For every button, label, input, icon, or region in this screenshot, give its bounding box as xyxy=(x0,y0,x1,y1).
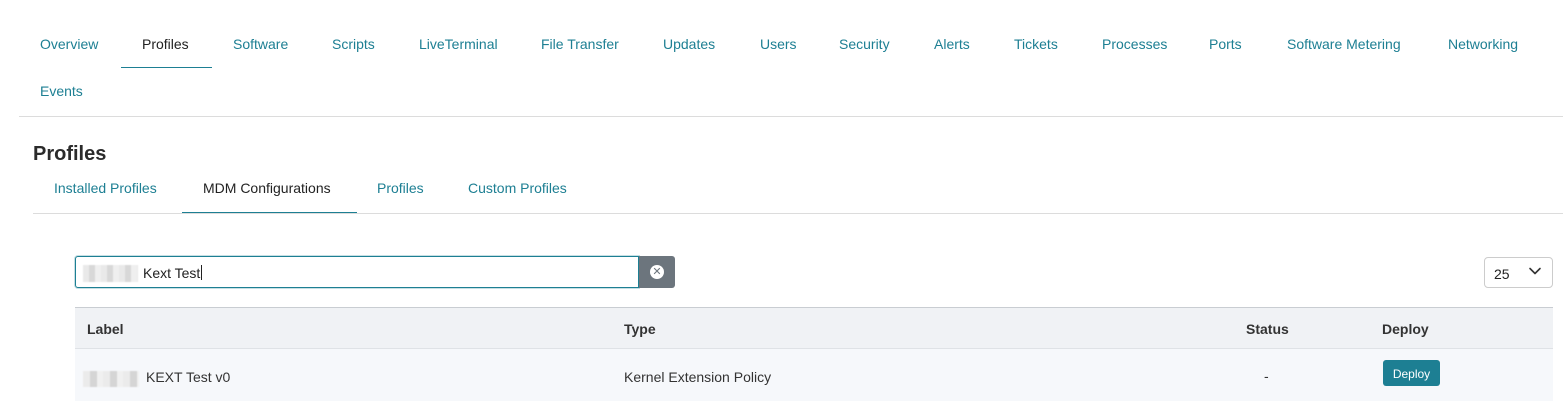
search-input[interactable]: Kext Test xyxy=(75,256,639,288)
column-header-label[interactable]: Label xyxy=(87,321,124,337)
chevron-down-icon xyxy=(1529,267,1541,275)
subtab-profiles[interactable]: Profiles xyxy=(377,180,424,196)
column-header-deploy[interactable]: Deploy xyxy=(1382,321,1429,337)
tab-software-metering[interactable]: Software Metering xyxy=(1287,34,1401,54)
redacted-text xyxy=(83,371,139,387)
tab-overview[interactable]: Overview xyxy=(40,34,98,54)
sub-nav: Installed Profiles MDM Configurations Pr… xyxy=(33,172,1563,214)
search-input-value: Kext Test xyxy=(143,265,203,281)
tab-security[interactable]: Security xyxy=(839,34,890,54)
deploy-button[interactable]: Deploy xyxy=(1383,360,1440,386)
tab-liveterminal[interactable]: LiveTerminal xyxy=(419,34,498,54)
column-header-status[interactable]: Status xyxy=(1246,321,1289,337)
table-row: KEXT Test v0 Kernel Extension Policy - D… xyxy=(75,349,1553,401)
column-header-type[interactable]: Type xyxy=(624,321,656,337)
active-subtab-indicator xyxy=(182,212,357,213)
subtab-installed-profiles[interactable]: Installed Profiles xyxy=(54,180,157,196)
row-type: Kernel Extension Policy xyxy=(624,369,772,385)
tab-events[interactable]: Events xyxy=(40,81,83,101)
clear-search-button[interactable]: ✕ xyxy=(639,256,675,288)
table-header: Label Type Status Deploy xyxy=(75,307,1553,349)
tab-processes[interactable]: Processes xyxy=(1102,34,1167,54)
tab-alerts[interactable]: Alerts xyxy=(934,34,970,54)
subtab-custom-profiles[interactable]: Custom Profiles xyxy=(468,180,567,196)
top-nav: Overview Profiles Software Scripts LiveT… xyxy=(19,0,1563,117)
tab-scripts[interactable]: Scripts xyxy=(332,34,375,54)
page-size-value: 25 xyxy=(1494,266,1510,282)
tab-file-transfer[interactable]: File Transfer xyxy=(541,34,619,54)
tab-users[interactable]: Users xyxy=(760,34,797,54)
search-bar: Kext Test ✕ xyxy=(75,256,675,288)
redacted-text xyxy=(83,265,138,282)
page-size-select[interactable]: 25 xyxy=(1484,257,1553,288)
row-label[interactable]: KEXT Test v0 xyxy=(146,369,230,385)
tab-software[interactable]: Software xyxy=(233,34,288,54)
row-status: - xyxy=(1264,368,1269,384)
tab-tickets[interactable]: Tickets xyxy=(1014,34,1058,54)
page-title: Profiles xyxy=(33,143,107,165)
text-caret xyxy=(201,265,203,280)
x-circle-icon: ✕ xyxy=(650,265,664,279)
subtab-mdm-configurations[interactable]: MDM Configurations xyxy=(203,180,331,196)
tab-networking[interactable]: Networking xyxy=(1448,34,1518,54)
tab-profiles[interactable]: Profiles xyxy=(142,34,189,54)
tab-ports[interactable]: Ports xyxy=(1209,34,1242,54)
tab-updates[interactable]: Updates xyxy=(663,34,715,54)
active-tab-indicator xyxy=(121,67,212,68)
mdm-configurations-table: Label Type Status Deploy KEXT Test v0 Ke… xyxy=(75,307,1553,401)
